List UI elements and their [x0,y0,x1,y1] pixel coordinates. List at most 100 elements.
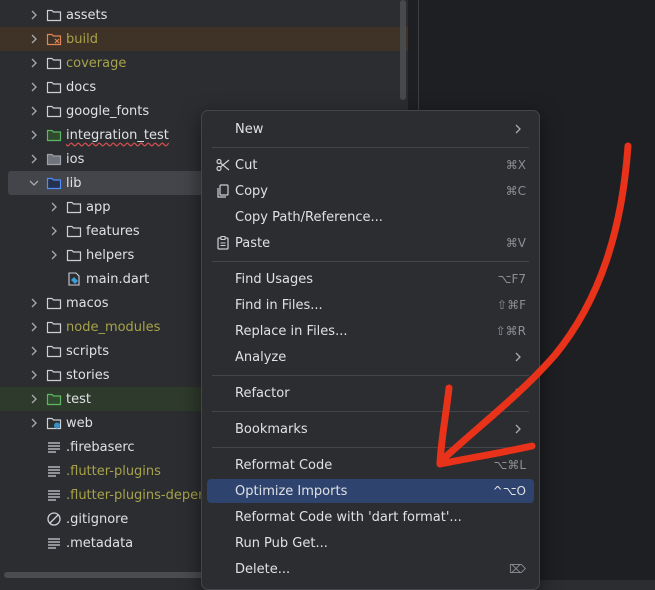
folder-icon [46,319,62,335]
chevron-right-icon[interactable] [28,297,40,309]
tree-item-label: main.dart [86,271,150,287]
chevron-right-icon[interactable] [48,201,60,213]
menu-item-find-usages[interactable]: Find Usages ⌥F7 [207,267,534,291]
folder-icon [46,55,62,71]
menu-item-copy[interactable]: Copy ⌘C [207,179,534,203]
menu-item-label: Refactor [235,385,290,401]
menu-item-find-in-files[interactable]: Find in Files... ⇧⌘F [207,293,534,317]
context-menu: New Cut ⌘X Copy ⌘C Copy Path/Reference... Past… [201,110,540,590]
menu-item-label: Reformat Code with 'dart format'... [235,509,462,525]
submenu-arrow-icon [512,351,524,363]
chevron-right-icon[interactable] [28,321,40,333]
tree-item-label: macos [66,295,109,311]
menu-item-shortcut: ⌘V [505,236,526,250]
tree-item-folder[interactable]: docs [0,75,408,99]
chevron-right-icon[interactable] [28,81,40,93]
folder-icon [46,7,62,23]
menu-separator [212,375,529,376]
tree-item-folder[interactable]: assets [0,3,408,27]
menu-item-reformat-code[interactable]: Reformat Code ⌥⌘L [207,453,534,477]
tree-item-label: lib [66,175,82,191]
chevron-right-icon[interactable] [28,393,40,405]
text-file-icon [46,487,62,503]
scissors-icon [215,157,231,173]
chevron-right-icon[interactable] [48,249,60,261]
chevron-right-icon[interactable] [28,369,40,381]
menu-item-replace-in-files[interactable]: Replace in Files... ⇧⌘R [207,319,534,343]
tree-item-label: node_modules [66,319,161,335]
tree-item-label: ios [66,151,85,167]
chevron-down-icon[interactable] [28,177,40,189]
chevron-right-icon[interactable] [28,9,40,21]
tree-item-label: .firebaserc [66,439,135,455]
menu-item-label: Find Usages [235,271,314,287]
chevron-right-icon[interactable] [28,129,40,141]
folder-icon [46,367,62,383]
submenu-arrow-icon [512,123,524,135]
tree-item-folder[interactable]: build [0,27,408,51]
menu-item-label: Optimize Imports [235,483,348,499]
menu-item-shortcut: ⌥F7 [497,272,526,286]
menu-item-label: New [235,121,264,137]
tree-item-label: coverage [66,55,127,71]
folder-icon [66,223,82,239]
folder-icon [66,247,82,263]
tree-item-label: .gitignore [66,511,129,527]
tree-item-label: web [66,415,93,431]
web-folder-icon [46,415,62,431]
tree-vertical-scrollbar[interactable] [400,0,406,100]
menu-separator [212,411,529,412]
menu-item-label: Replace in Files... [235,323,348,339]
test-folder-icon [46,391,62,407]
menu-item-shortcut: ⌘C [505,184,526,198]
menu-item-shortcut: ⌥⌘L [493,458,526,472]
test-folder-icon [46,127,62,143]
chevron-right-icon[interactable] [28,345,40,357]
tree-item-folder[interactable]: coverage [0,51,408,75]
tree-item-label: assets [66,7,108,23]
menu-item-label: Find in Files... [235,297,323,313]
chevron-right-icon[interactable] [48,225,60,237]
scrollbar-thumb[interactable] [4,572,204,578]
folder-icon [46,295,62,311]
folder-icon [46,103,62,119]
chevron-right-icon[interactable] [28,57,40,69]
menu-item-copy-path-reference[interactable]: Copy Path/Reference... [207,205,534,229]
chevron-right-icon[interactable] [28,105,40,117]
source-folder-icon [46,175,62,191]
text-file-icon [46,463,62,479]
chevron-right-icon[interactable] [28,417,40,429]
tree-item-label: scripts [66,343,109,359]
menu-item-new[interactable]: New [207,117,534,141]
menu-item-shortcut: ⇧⌘F [497,298,526,312]
dart-file-icon [66,271,82,287]
menu-item-cut[interactable]: Cut ⌘X [207,153,534,177]
chevron-right-icon[interactable] [28,33,40,45]
menu-item-shortcut: ⌘X [505,158,526,172]
submenu-arrow-icon [512,387,524,399]
menu-item-delete[interactable]: Delete... ⌦ [207,557,534,581]
tree-item-label: helpers [86,247,135,263]
menu-item-optimize-imports[interactable]: Optimize Imports ^⌥O [207,479,534,503]
menu-item-paste[interactable]: Paste ⌘V [207,231,534,255]
menu-item-label: Cut [235,157,258,173]
menu-item-label: Paste [235,235,271,251]
menu-item-run-pub-get[interactable]: Run Pub Get... [207,531,534,555]
menu-item-bookmarks[interactable]: Bookmarks [207,417,534,441]
tree-item-label: features [86,223,140,239]
tree-item-label: test [66,391,91,407]
menu-item-analyze[interactable]: Analyze [207,345,534,369]
folder-icon [46,343,62,359]
menu-item-refactor[interactable]: Refactor [207,381,534,405]
menu-item-label: Bookmarks [235,421,308,437]
menu-item-label: Run Pub Get... [235,535,328,551]
folder-icon [46,79,62,95]
tree-item-label: docs [66,79,97,95]
menu-item-reformat-code-with-dart-format[interactable]: Reformat Code with 'dart format'... [207,505,534,529]
text-file-icon [46,439,62,455]
menu-separator [212,447,529,448]
chevron-right-icon[interactable] [28,153,40,165]
tree-item-label: .flutter-plugins-deper [66,487,204,503]
menu-item-label: Reformat Code [235,457,333,473]
